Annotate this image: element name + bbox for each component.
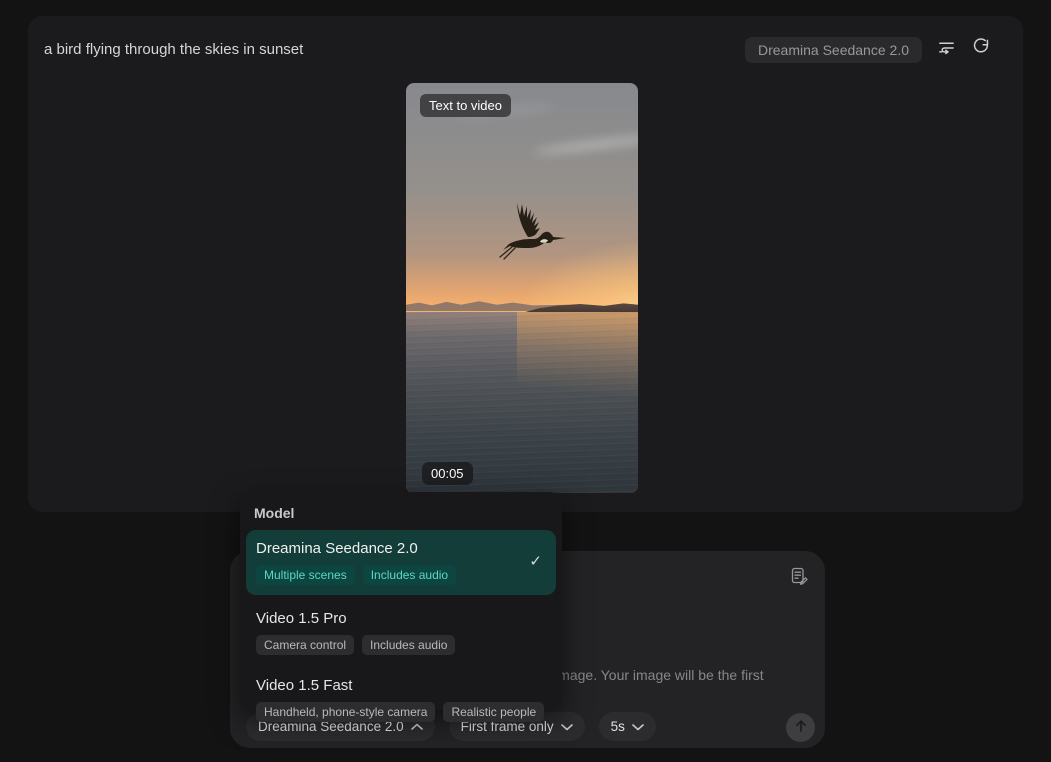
- submit-button[interactable]: [786, 713, 815, 742]
- model-option-tags: Camera control Includes audio: [256, 635, 546, 655]
- video-thumbnail[interactable]: Text to video 00:05: [406, 83, 638, 493]
- prompt-text: a bird flying through the skies in sunse…: [44, 41, 303, 58]
- regenerate-button[interactable]: [970, 38, 992, 60]
- script-icon: [789, 566, 809, 591]
- model-menu-label: Model: [240, 492, 562, 530]
- reuse-settings-button[interactable]: [935, 39, 957, 61]
- model-option-title: Dreamina Seedance 2.0: [256, 539, 546, 558]
- model-option-video-15-pro[interactable]: Video 1.5 Pro Camera control Includes au…: [240, 600, 562, 665]
- duration-chip: 00:05: [422, 462, 473, 485]
- check-icon: ✓: [529, 552, 542, 570]
- model-option-title: Video 1.5 Pro: [256, 609, 546, 628]
- model-option-title: Video 1.5 Fast: [256, 676, 546, 695]
- model-tag: Handheld, phone-style camera: [256, 702, 435, 722]
- chevron-down-icon: [632, 719, 644, 734]
- model-tag: Realistic people: [443, 702, 544, 722]
- model-tag: Multiple scenes: [256, 565, 355, 585]
- bird-silhouette: [496, 197, 568, 265]
- model-tag: Includes audio: [363, 565, 456, 585]
- model-option-tags: Handheld, phone-style camera Realistic p…: [256, 702, 546, 722]
- reuse-settings-icon: [937, 38, 956, 62]
- chevron-down-icon: [561, 719, 573, 734]
- model-option-video-15-fast[interactable]: Video 1.5 Fast Handheld, phone-style cam…: [240, 667, 562, 732]
- regenerate-icon: [971, 37, 991, 62]
- model-option-tags: Multiple scenes Includes audio: [256, 565, 546, 585]
- duration-pill[interactable]: 5s: [599, 712, 656, 741]
- generation-result-panel: a bird flying through the skies in sunse…: [28, 16, 1023, 512]
- model-option-dreamina-seedance-2[interactable]: Dreamina Seedance 2.0 Multiple scenes In…: [246, 530, 556, 595]
- arrow-up-icon: [792, 717, 810, 738]
- model-dropdown-menu: Model Dreamina Seedance 2.0 Multiple sce…: [240, 492, 562, 710]
- generation-type-chip: Text to video: [420, 94, 511, 117]
- model-tag: Camera control: [256, 635, 354, 655]
- duration-label: 5s: [611, 719, 625, 734]
- script-button[interactable]: [788, 567, 810, 589]
- model-tag: Includes audio: [362, 635, 455, 655]
- model-badge: Dreamina Seedance 2.0: [745, 37, 922, 63]
